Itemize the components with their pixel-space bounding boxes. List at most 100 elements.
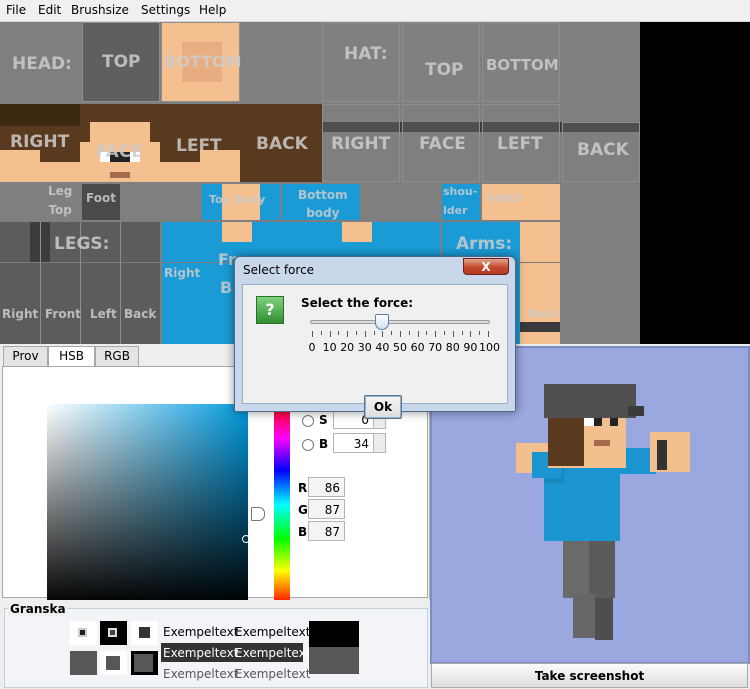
dialog-body: ? Select the force: 0 10 20 30 40 50 60 70 80 90 1…	[242, 284, 509, 419]
slider-tick-label: 20	[340, 341, 355, 354]
r-field: 86	[308, 477, 345, 497]
slider-tick	[329, 331, 331, 337]
slider-tick	[444, 331, 445, 335]
close-icon[interactable]: X	[463, 258, 509, 275]
left-skin-2	[160, 162, 200, 182]
head-bottom-label: BOTTOM	[164, 52, 242, 71]
hand-cell-2	[520, 184, 560, 220]
head-left-label: LEFT	[176, 136, 222, 156]
b-spinner[interactable]	[373, 433, 386, 453]
slider-tick-label: 40	[375, 341, 390, 354]
b2-field: 87	[308, 521, 345, 541]
g-label: G	[298, 503, 308, 517]
menu-settings[interactable]: Settings	[141, 3, 190, 17]
slider-tick-label: 90	[463, 341, 478, 354]
slider-tick-label: 60	[410, 341, 425, 354]
g-field: 87	[308, 499, 345, 519]
slider-tick	[417, 331, 419, 337]
sideburn-r	[150, 122, 160, 142]
swatch-1	[70, 621, 97, 645]
force-slider-ticks: 0 10 20 30 40 50 60 70 80 90 100	[243, 285, 509, 375]
menu-file[interactable]: File	[6, 3, 26, 17]
saturation-brightness-square[interactable]	[47, 404, 248, 605]
slider-tick	[408, 331, 410, 335]
hue-slider[interactable]	[274, 404, 290, 605]
tab-hsb[interactable]: HSB	[48, 346, 95, 367]
hue-slider-thumb[interactable]	[251, 507, 265, 521]
slider-tick	[426, 331, 428, 335]
menu-bar: File Edit Brushsize Settings Help	[0, 0, 750, 22]
take-screenshot-button[interactable]: Take screenshot	[431, 663, 748, 688]
collar-skin-2	[342, 222, 372, 242]
slider-tick	[382, 331, 384, 337]
body-back-label: B	[220, 278, 233, 297]
sample-text: Exempeltext	[163, 646, 239, 660]
slider-tick	[400, 331, 401, 337]
force-slider-thumb[interactable]	[375, 314, 390, 330]
head-top-label: TOP	[102, 52, 141, 72]
swatch-5	[100, 651, 127, 675]
slider-tick-label: 30	[357, 341, 372, 354]
slider-tick-label: 100	[479, 341, 500, 354]
ok-button[interactable]: Ok	[364, 395, 402, 419]
body-right-label: Right	[164, 266, 201, 280]
s-radio[interactable]	[302, 415, 314, 427]
grid-v1	[40, 222, 41, 344]
slider-tick	[356, 331, 357, 335]
arm-back-label: Back	[528, 307, 558, 320]
swatch-6	[131, 651, 158, 675]
slider-tick	[338, 331, 340, 335]
hat-top-label: TOP	[425, 60, 464, 80]
slider-tick-label: 0	[308, 341, 316, 354]
b2-label: B	[298, 525, 308, 539]
b-field[interactable]: 34	[333, 433, 374, 453]
sample-text: Exempeltext	[235, 667, 311, 681]
leg-back-label: Back	[124, 307, 157, 321]
top-body-label: Top Body	[209, 193, 266, 206]
head-back-label: BACK	[256, 134, 308, 154]
r-label: R	[298, 481, 308, 495]
slider-tick	[461, 331, 463, 335]
slider-tick	[435, 331, 437, 337]
menu-help[interactable]: Help	[199, 3, 226, 17]
mouth	[110, 172, 130, 178]
leg-right-label: Right	[2, 307, 39, 321]
hat-right-label: RIGHT	[331, 134, 391, 154]
hat-left-label: LEFT	[497, 134, 543, 154]
bottom-body-label: Bottom body	[298, 188, 348, 220]
sample-text: Exempeltext	[163, 625, 239, 639]
legs-label: LEGS:	[54, 234, 110, 254]
leg-left-label: Left	[90, 307, 117, 321]
sample-text: Exempeltext	[163, 667, 239, 681]
slider-tick	[488, 331, 489, 337]
canvas-blank-area	[640, 22, 750, 344]
slider-tick-label: 70	[428, 341, 443, 354]
slider-tick	[320, 331, 322, 335]
color-picker-marker[interactable]	[242, 535, 250, 543]
hat-label: HAT:	[344, 44, 388, 64]
leg-front-label: Front	[45, 307, 81, 321]
slider-tick	[373, 331, 375, 335]
leg-top-label: Leg Top	[48, 184, 73, 217]
slider-tick	[312, 331, 313, 337]
menu-brushsize[interactable]: Brushsize	[71, 3, 129, 17]
b-radio[interactable]	[302, 439, 314, 451]
swatch-3	[131, 621, 158, 645]
tab-prov[interactable]: Prov	[3, 346, 48, 366]
right-skin	[0, 150, 40, 182]
slider-tick-label: 50	[393, 341, 407, 354]
slider-tick	[391, 331, 393, 335]
slider-tick-label: 80	[445, 341, 460, 354]
hand-label: HAND	[486, 192, 523, 205]
menu-edit[interactable]: Edit	[38, 3, 61, 17]
slider-tick	[452, 331, 454, 337]
hat-back-label: BACK	[577, 140, 629, 160]
head-right-label: RIGHT	[10, 132, 70, 152]
head-label: HEAD:	[12, 54, 72, 74]
swatch-4	[70, 651, 97, 675]
tab-rgb[interactable]: RGB	[95, 346, 139, 366]
shoulder-label: shou- lder	[443, 185, 478, 217]
slider-tick	[364, 331, 366, 337]
sample-text: Exempeltext	[235, 625, 311, 639]
arm-band	[520, 322, 560, 332]
